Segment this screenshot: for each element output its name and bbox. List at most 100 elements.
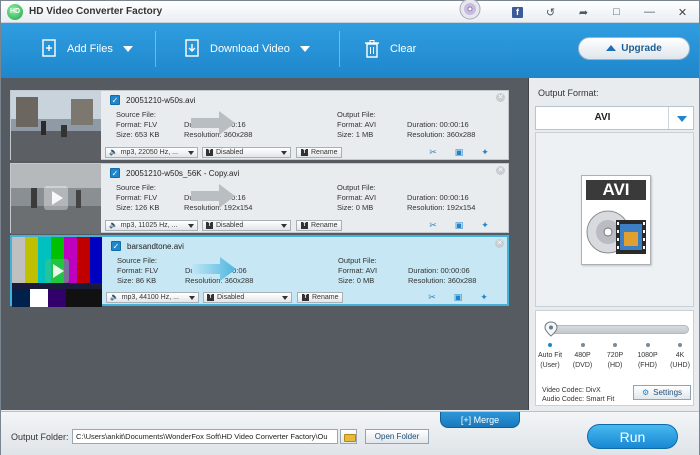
- merge-label: [+] Merge: [460, 414, 500, 425]
- quality-preset-name: 4K: [675, 352, 685, 359]
- remove-file-icon[interactable]: ✕: [495, 239, 504, 248]
- download-video-dropdown-icon[interactable]: [299, 46, 310, 52]
- title-bar[interactable]: HD HD Video Converter Factory f ↺ ➦ □ — …: [1, 0, 699, 23]
- download-video-button[interactable]: Download Video: [184, 23, 310, 75]
- toolbar-divider: [339, 31, 340, 67]
- quality-slider[interactable]: [544, 321, 689, 337]
- cut-icon[interactable]: ✂: [420, 147, 446, 158]
- rename-button[interactable]: T Rename: [296, 146, 343, 158]
- cut-icon[interactable]: ✂: [419, 292, 445, 303]
- output-folder-path[interactable]: C:\Users\ankit\Documents\WonderFox Soft\…: [72, 429, 338, 444]
- rename-icon: T: [301, 221, 308, 229]
- play-icon[interactable]: [45, 259, 69, 283]
- chevron-down-icon: [189, 295, 195, 300]
- share-icon[interactable]: ➦: [567, 1, 600, 23]
- feedback-icon[interactable]: □: [600, 1, 633, 23]
- quality-preset-name: 1080P: [637, 352, 658, 359]
- source-label: Source File:: [116, 110, 157, 119]
- app-window: HD HD Video Converter Factory f ↺ ➦ □ — …: [0, 0, 700, 455]
- minimize-icon[interactable]: —: [633, 1, 666, 23]
- format-preview[interactable]: AVI: [535, 132, 694, 307]
- quality-preset-label[interactable]: 1080P (FHD): [633, 351, 663, 371]
- output-resolution: Resolution: 360x288: [407, 130, 476, 139]
- output-format-select[interactable]: AVI: [535, 106, 694, 130]
- speaker-icon: 🔈: [109, 149, 118, 156]
- play-overlay[interactable]: [12, 237, 102, 307]
- slider-handle-icon[interactable]: [544, 321, 558, 337]
- file-row[interactable]: ✓ 20051210-w50s_56K - Copy.avi ✕ Source …: [10, 163, 509, 234]
- add-files-button[interactable]: Add Files: [41, 23, 133, 75]
- undo-icon[interactable]: ↺: [534, 1, 567, 23]
- app-title: HD Video Converter Factory: [29, 6, 163, 17]
- subtitle-dropdown[interactable]: T Disabled: [202, 219, 291, 231]
- source-label: Source File:: [117, 256, 158, 265]
- quality-preset-label[interactable]: 4K (UHD): [665, 351, 695, 371]
- quality-tick[interactable]: [580, 343, 585, 347]
- audio-track-dropdown[interactable]: 🔈 mp3, 11025 Hz, ...: [105, 219, 198, 231]
- rename-button[interactable]: T Rename: [297, 291, 344, 303]
- remove-file-icon[interactable]: ✕: [496, 93, 505, 102]
- avi-format-icon: AVI: [581, 175, 651, 265]
- file-checkbox[interactable]: ✓: [110, 168, 120, 178]
- audio-track-dropdown[interactable]: 🔈 mp3, 44100 Hz, ...: [106, 291, 199, 303]
- quality-tick[interactable]: [613, 343, 617, 347]
- file-row-selected[interactable]: ✓ barsandtone.avi ✕ Source File: Format:…: [10, 235, 509, 307]
- file-row[interactable]: ✓ 20051210-w50s.avi ✕ Source File: Forma…: [10, 90, 509, 161]
- file-checkbox[interactable]: ✓: [110, 95, 120, 105]
- upgrade-button[interactable]: Upgrade: [578, 37, 690, 60]
- file-list[interactable]: ✓ 20051210-w50s.avi ✕ Source File: Forma…: [1, 78, 529, 410]
- crop-icon[interactable]: ▣: [446, 220, 472, 231]
- browse-folder-icon[interactable]: [340, 429, 357, 444]
- play-icon[interactable]: [44, 186, 68, 210]
- quality-tick[interactable]: [548, 343, 552, 347]
- open-folder-label: Open Folder: [374, 432, 420, 441]
- video-thumbnail[interactable]: [11, 91, 101, 161]
- play-overlay[interactable]: [11, 164, 101, 234]
- audio-track-dropdown[interactable]: 🔈 mp3, 22050 Hz, ...: [105, 146, 198, 158]
- effects-icon[interactable]: ✦: [472, 147, 498, 158]
- row-action-icons: ✂ ▣ ✦: [420, 147, 498, 158]
- output-size: Size: 1 MB: [337, 130, 374, 139]
- quality-preset-sub: (HD): [607, 362, 623, 369]
- output-size: Size: 0 MB: [338, 276, 375, 285]
- rename-label: Rename: [311, 148, 338, 156]
- effects-icon[interactable]: ✦: [472, 220, 498, 231]
- source-format: Format: FLV: [116, 120, 158, 129]
- close-icon[interactable]: ✕: [666, 1, 699, 23]
- file-row-header: ✓ 20051210-w50s_56K - Copy.avi: [110, 167, 505, 179]
- output-info: Output File: Format: AVI Duration: 00:00…: [337, 183, 507, 223]
- open-folder-button[interactable]: Open Folder: [365, 429, 429, 444]
- quality-tick[interactable]: [678, 343, 682, 347]
- settings-button[interactable]: ⚙ Settings: [633, 385, 691, 400]
- chevron-down-icon[interactable]: [668, 107, 693, 129]
- quality-panel: Auto Fit (User) 480P (DVD) 720P (HD) 1080P (FHD…: [535, 310, 694, 406]
- output-duration: Duration: 00:00:16: [407, 120, 469, 129]
- clear-button[interactable]: Clear: [364, 23, 416, 75]
- download-video-label: Download Video: [210, 43, 290, 55]
- crop-icon[interactable]: ▣: [446, 147, 472, 158]
- merge-button[interactable]: [+] Merge: [440, 412, 520, 428]
- toolbar-divider: [155, 31, 156, 67]
- cut-icon[interactable]: ✂: [420, 220, 446, 231]
- subtitle-dropdown[interactable]: T Disabled: [202, 146, 291, 158]
- speaker-icon: 🔈: [109, 222, 118, 229]
- quality-preset-label[interactable]: Auto Fit (User): [535, 351, 565, 371]
- run-button[interactable]: Run: [587, 424, 678, 449]
- quality-tick[interactable]: [645, 343, 650, 347]
- chevron-down-icon: [281, 150, 287, 155]
- rename-button[interactable]: T Rename: [296, 219, 343, 231]
- quality-preset-label[interactable]: 720P (HD): [600, 351, 630, 371]
- convert-arrow-icon: [191, 184, 235, 208]
- audio-track-value: mp3, 22050 Hz, ...: [120, 148, 178, 156]
- crop-icon[interactable]: ▣: [445, 292, 471, 303]
- chevron-down-icon: [188, 150, 194, 155]
- remove-file-icon[interactable]: ✕: [496, 166, 505, 175]
- quality-preset-label[interactable]: 480P (DVD): [568, 351, 598, 371]
- effects-icon[interactable]: ✦: [471, 292, 497, 303]
- subtitle-dropdown[interactable]: T Disabled: [203, 291, 292, 303]
- app-logo-icon: HD: [7, 4, 23, 20]
- disc-icon[interactable]: [455, 0, 485, 23]
- facebook-icon[interactable]: f: [501, 1, 534, 23]
- file-checkbox[interactable]: ✓: [111, 241, 121, 251]
- add-files-dropdown-icon[interactable]: [122, 46, 133, 52]
